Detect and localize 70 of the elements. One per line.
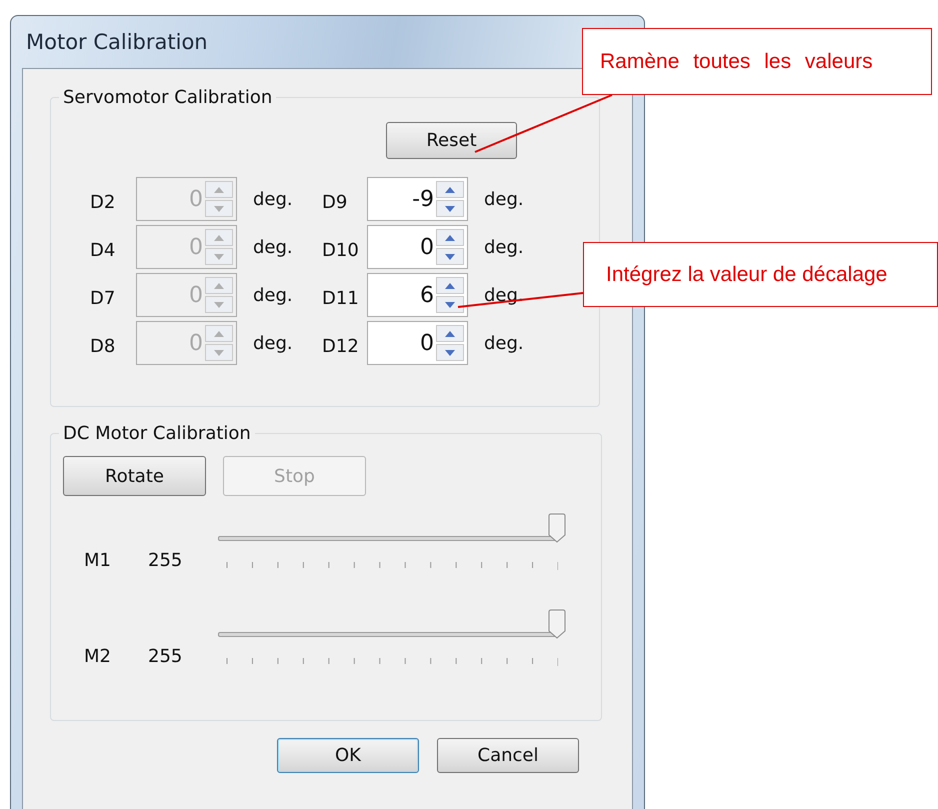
up-arrow-icon: [445, 234, 455, 240]
down-arrow-icon: [445, 350, 455, 356]
group-title: Servomotor Calibration: [62, 87, 274, 108]
spin-up-button[interactable]: [436, 325, 464, 342]
down-arrow-icon: [445, 206, 455, 212]
up-arrow-icon: [445, 186, 455, 192]
down-arrow-icon: [214, 350, 224, 356]
slider-thumb[interactable]: [548, 513, 566, 543]
spin-up-button[interactable]: [205, 277, 233, 294]
number-field[interactable]: -9: [368, 181, 436, 217]
up-arrow-icon: [214, 330, 224, 336]
callout-box: Intégrez la valeur de décalage: [583, 242, 938, 307]
unit-label: deg.: [484, 332, 524, 354]
callout-box: Ramène toutes les valeurs: [582, 28, 932, 95]
up-arrow-icon: [445, 330, 455, 336]
spin-up-button[interactable]: [205, 181, 233, 198]
unit-label: deg.: [253, 236, 293, 258]
spin-up-button[interactable]: [436, 229, 464, 246]
channel-label: D9: [322, 190, 348, 212]
reset-button[interactable]: Reset: [386, 122, 517, 159]
channel-label: D11: [322, 286, 360, 308]
speed-value: 255: [148, 550, 184, 571]
channel-label: D4: [90, 238, 116, 260]
spin-box[interactable]: 0: [367, 225, 468, 269]
cancel-button[interactable]: Cancel: [437, 738, 579, 773]
speed-value: 255: [148, 646, 184, 667]
ok-button[interactable]: OK: [277, 738, 419, 773]
spin-up-button[interactable]: [436, 181, 464, 198]
channel-label: D2: [90, 190, 116, 212]
spin-box[interactable]: 0: [367, 321, 468, 365]
spin-box[interactable]: 6: [367, 273, 468, 317]
spin-down-button[interactable]: [205, 296, 233, 313]
spin-down-button[interactable]: [436, 296, 464, 313]
spin-down-button[interactable]: [436, 248, 464, 265]
down-arrow-icon: [214, 302, 224, 308]
channel-label: D12: [322, 334, 360, 356]
spin-down-button[interactable]: [205, 200, 233, 217]
down-arrow-icon: [445, 254, 455, 260]
unit-label: deg.: [253, 188, 293, 210]
up-arrow-icon: [445, 282, 455, 288]
channel-label: D10: [322, 238, 360, 260]
channel-label: D7: [90, 286, 116, 308]
spin-down-button[interactable]: [205, 344, 233, 361]
slider-thumb[interactable]: [548, 609, 566, 639]
unit-label: deg.: [253, 332, 293, 354]
spin-down-button[interactable]: [436, 344, 464, 361]
up-arrow-icon: [214, 186, 224, 192]
motor-label: M2: [84, 646, 112, 667]
unit-label: deg.: [253, 284, 293, 306]
unit-label: deg.: [484, 188, 524, 210]
unit-label: deg.: [484, 236, 524, 258]
down-arrow-icon: [445, 302, 455, 308]
down-arrow-icon: [214, 206, 224, 212]
motor-label: M1: [84, 550, 112, 571]
spin-down-button[interactable]: [436, 200, 464, 217]
rotate-button[interactable]: Rotate: [63, 456, 206, 496]
number-field[interactable]: 6: [368, 277, 436, 313]
number-field[interactable]: 0: [368, 325, 436, 361]
number-field[interactable]: 0: [368, 229, 436, 265]
spin-up-button[interactable]: [205, 229, 233, 246]
up-arrow-icon: [214, 282, 224, 288]
spin-down-button[interactable]: [205, 248, 233, 265]
channel-label: D8: [90, 334, 116, 356]
group-title: DC Motor Calibration: [62, 423, 252, 444]
up-arrow-icon: [214, 234, 224, 240]
spin-box[interactable]: -9: [367, 177, 468, 221]
spin-up-button[interactable]: [205, 325, 233, 342]
spin-up-button[interactable]: [436, 277, 464, 294]
down-arrow-icon: [214, 254, 224, 260]
window-title: Motor Calibration: [26, 30, 208, 54]
